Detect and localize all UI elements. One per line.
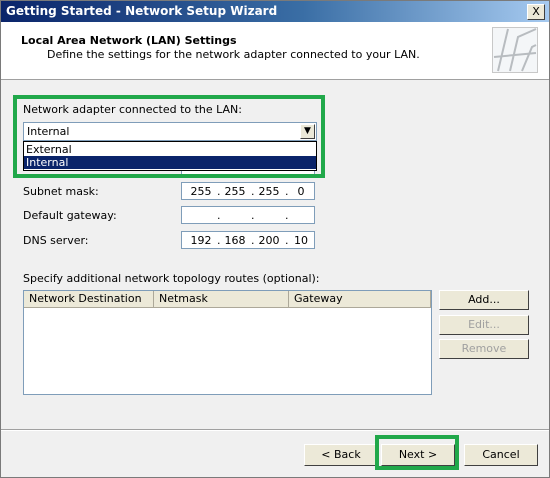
dns-octet-2: 168 xyxy=(224,234,246,247)
routes-label: Specify additional network topology rout… xyxy=(23,272,320,285)
column-header-destination[interactable]: Network Destination xyxy=(24,291,154,308)
page-subtitle: Define the settings for the network adap… xyxy=(47,48,420,61)
ip-dot: . xyxy=(251,185,255,198)
ip-dot: . xyxy=(217,185,221,198)
close-icon: X xyxy=(532,5,540,18)
subnet-octet-4: 0 xyxy=(297,185,305,198)
adapter-option-external[interactable]: External xyxy=(24,143,316,156)
subnet-octet-1: 255 xyxy=(190,185,212,198)
subnet-octet-2: 255 xyxy=(224,185,246,198)
dns-octet-4: 10 xyxy=(294,234,308,247)
ip-dot: . xyxy=(285,234,289,247)
title-bar: Getting Started - Network Setup Wizard X xyxy=(1,1,549,22)
add-route-button[interactable]: Add... xyxy=(439,290,529,310)
ip-dot: . xyxy=(285,209,289,222)
default-gateway-label: Default gateway: xyxy=(23,209,117,222)
ip-dot: . xyxy=(285,185,289,198)
subnet-mask-field[interactable]: 255 . 255 . 255 . 0 xyxy=(181,182,315,200)
cancel-button[interactable]: Cancel xyxy=(464,444,538,466)
dns-octet-1: 192 xyxy=(190,234,212,247)
adapter-combobox[interactable]: Internal ▼ xyxy=(23,122,317,141)
back-button[interactable]: < Back xyxy=(304,444,378,466)
close-button[interactable]: X xyxy=(527,4,545,20)
remove-route-button[interactable]: Remove xyxy=(439,339,529,359)
footer-divider xyxy=(1,429,549,431)
ip-dot: . xyxy=(251,234,255,247)
ip-dot: . xyxy=(217,234,221,247)
adapter-option-internal[interactable]: Internal xyxy=(24,156,316,169)
adapter-label: Network adapter connected to the LAN: xyxy=(23,103,242,116)
wizard-window: Getting Started - Network Setup Wizard X… xyxy=(0,0,550,478)
wizard-header: Local Area Network (LAN) Settings Define… xyxy=(1,22,549,80)
dns-server-field[interactable]: 192 . 168 . 200 . 10 xyxy=(181,231,315,249)
window-title: Getting Started - Network Setup Wizard xyxy=(6,4,278,18)
subnet-mask-label: Subnet mask: xyxy=(23,185,99,198)
column-header-netmask[interactable]: Netmask xyxy=(154,291,289,308)
default-gateway-field[interactable]: . . . xyxy=(181,206,315,224)
chevron-down-icon[interactable]: ▼ xyxy=(300,124,315,139)
ip-dot: . xyxy=(217,209,221,222)
edit-route-button[interactable]: Edit... xyxy=(439,315,529,335)
dns-server-label: DNS server: xyxy=(23,234,89,247)
subnet-octet-3: 255 xyxy=(258,185,280,198)
routes-list[interactable]: Network Destination Netmask Gateway xyxy=(23,290,432,395)
next-button[interactable]: Next > xyxy=(381,444,455,466)
network-wizard-logo xyxy=(492,27,538,73)
adapter-selected-value: Internal xyxy=(27,125,70,138)
page-title: Local Area Network (LAN) Settings xyxy=(21,34,237,47)
adapter-dropdown-list: External Internal xyxy=(23,141,317,171)
ip-dot: . xyxy=(251,209,255,222)
column-header-gateway[interactable]: Gateway xyxy=(289,291,431,308)
dns-octet-3: 200 xyxy=(258,234,280,247)
